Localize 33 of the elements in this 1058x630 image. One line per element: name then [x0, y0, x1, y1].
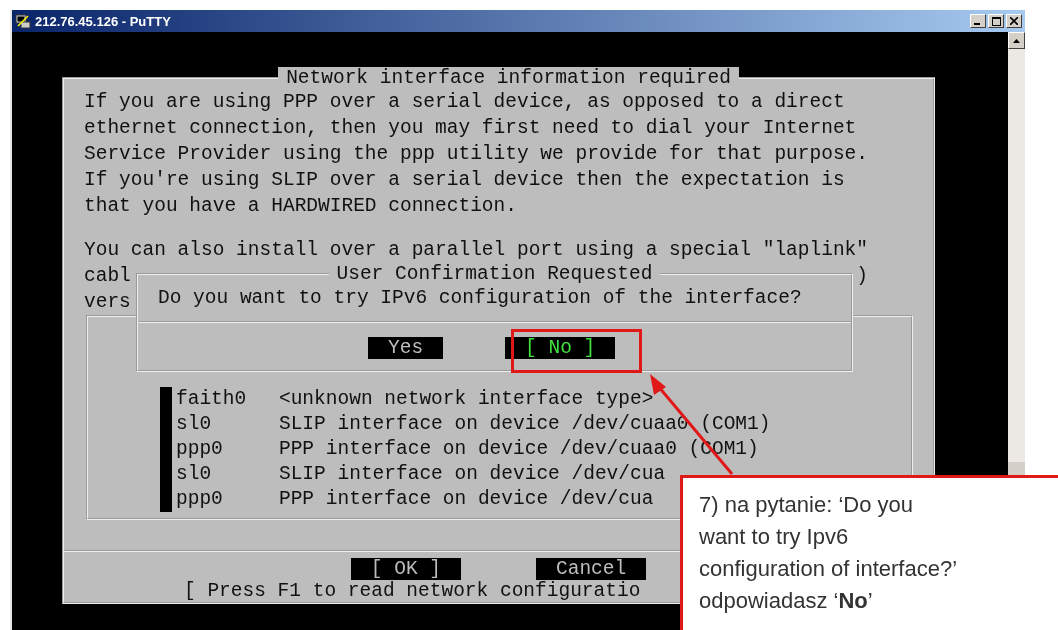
minimize-icon[interactable]: [970, 14, 986, 28]
text-line: ethernet connection, then you may first need to dial your Internet: [84, 116, 858, 141]
terminal-computer-icon: [15, 13, 31, 29]
text-fragment: ): [856, 264, 868, 289]
maximize-icon[interactable]: [988, 14, 1004, 28]
dialog-button[interactable]: [ No ]: [505, 337, 616, 359]
annotation-text: 7) na pytanie: ‘Do you want to try Ipv6 configuration of interface?’ odpowiadasz ‘No’: [699, 491, 959, 615]
dialog-button[interactable]: Cancel: [536, 558, 647, 580]
interface-name[interactable]: ppp0: [176, 487, 279, 512]
text-line: cabl: [84, 264, 131, 289]
interface-name[interactable]: ppp0: [176, 437, 279, 462]
interface-description: SLIP interface on device /dev/cua: [278, 462, 666, 487]
interface-description: SLIP interface on device /dev/cuaa0 (COM1): [278, 412, 771, 437]
scroll-up-icon[interactable]: [1008, 32, 1025, 49]
text-line: You can also install over a parallel port using a special "laplink": [84, 238, 870, 263]
text-line: If you are using PPP over a serial device, as opposed to a direct: [84, 90, 846, 115]
text-line: vers: [84, 290, 131, 315]
text-line: Service Provider using the ppp utility we provide for that purpose.: [84, 142, 870, 167]
interface-name[interactable]: sl0: [176, 412, 279, 437]
text-line: If you're using SLIP over a serial device then the expectation is: [84, 168, 846, 193]
dialog-title: Network interface information required: [278, 67, 739, 89]
help-hint: [ Press F1 to read network configuratio: [184, 580, 641, 602]
dialog-button[interactable]: Yes: [368, 337, 444, 359]
interface-name[interactable]: sl0: [176, 462, 279, 487]
scrollbar[interactable]: [1008, 32, 1025, 462]
dialog-button[interactable]: [ OK ]: [350, 558, 461, 580]
interface-description: <unknown network interface type>: [278, 387, 654, 412]
window-title: 212.76.45.126 - PuTTY: [35, 13, 172, 29]
question-text: Do you want to try IPv6 configuration of the interface?: [157, 286, 803, 311]
text-line: that you have a HARDWIRED connection.: [84, 194, 518, 219]
interface-name[interactable]: faith0: [176, 387, 279, 412]
interface-description: PPP interface on device /dev/cua: [278, 487, 654, 512]
close-icon[interactable]: [1006, 14, 1022, 28]
